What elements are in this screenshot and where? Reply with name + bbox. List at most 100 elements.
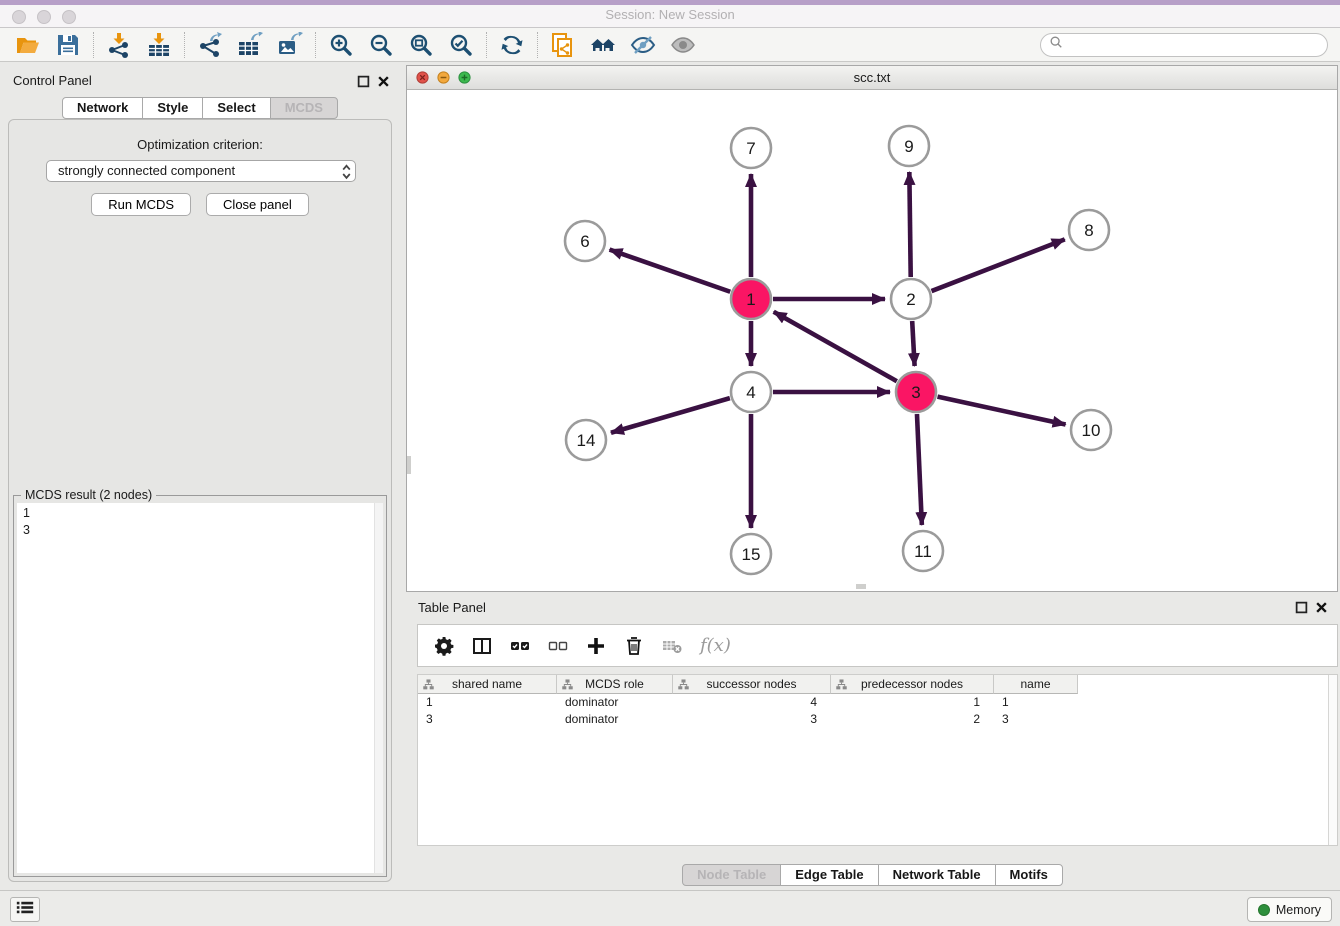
table-cell[interactable]: 1: [831, 694, 994, 711]
table-cell[interactable]: 2: [831, 711, 994, 728]
table-body: 1dominator4113dominator323: [418, 694, 1337, 728]
import-table-icon[interactable]: [139, 30, 179, 60]
column-header-successor-nodes[interactable]: successor nodes: [673, 675, 831, 694]
table-row[interactable]: 1dominator411: [418, 694, 1337, 711]
edge-3-11[interactable]: [917, 414, 922, 525]
table-cell[interactable]: 3: [418, 711, 557, 728]
edge-1-6[interactable]: [610, 250, 731, 292]
close-panel-icon[interactable]: [377, 75, 390, 88]
save-session-icon[interactable]: [48, 30, 88, 60]
open-session-icon[interactable]: [8, 30, 48, 60]
run-mcds-button[interactable]: Run MCDS: [91, 193, 191, 216]
node-table: shared nameMCDS rolesuccessor nodesprede…: [417, 674, 1338, 846]
show-details-icon[interactable]: [663, 30, 703, 60]
table-scrollbar[interactable]: [1328, 675, 1337, 845]
close-panel-button[interactable]: Close panel: [206, 193, 309, 216]
column-header-shared-name[interactable]: shared name: [418, 675, 557, 694]
table-cell[interactable]: 1: [418, 694, 557, 711]
table-tabs: Node TableEdge TableNetwork TableMotifs: [405, 864, 1340, 886]
control-panel-title: Control Panel: [13, 73, 92, 88]
tab-edge-table[interactable]: Edge Table: [780, 864, 878, 886]
column-header-name[interactable]: name: [994, 675, 1078, 694]
column-view-icon[interactable]: [472, 636, 492, 656]
table-cell[interactable]: dominator: [557, 711, 673, 728]
result-scrollbar[interactable]: [374, 503, 383, 873]
column-header-mcds-role[interactable]: MCDS role: [557, 675, 673, 694]
search-input[interactable]: [1069, 38, 1319, 52]
node-3[interactable]: 3: [896, 372, 936, 412]
mcds-result-list[interactable]: 1 3: [17, 503, 383, 873]
node-8[interactable]: 8: [1069, 210, 1109, 250]
canvas-hscroll-thumb[interactable]: [856, 584, 866, 589]
table-toolbar: f(x): [417, 624, 1338, 667]
canvas-vscroll-thumb[interactable]: [407, 456, 411, 474]
network-window-titlebar[interactable]: scc.txt: [407, 66, 1337, 90]
search-box[interactable]: [1040, 33, 1328, 57]
toolbar-icon-groups: [8, 30, 703, 60]
table-cell[interactable]: 3: [673, 711, 831, 728]
node-11[interactable]: 11: [903, 531, 943, 571]
task-history-button[interactable]: [10, 897, 40, 922]
node-10[interactable]: 10: [1071, 410, 1111, 450]
node-7[interactable]: 7: [731, 128, 771, 168]
application-window: Session: New Session Control Panel Netwo…: [0, 0, 1340, 926]
table-cell[interactable]: 3: [994, 711, 1078, 728]
svg-text:8: 8: [1084, 221, 1093, 240]
tab-mcds[interactable]: MCDS: [270, 97, 338, 119]
node-4[interactable]: 4: [731, 372, 771, 412]
node-9[interactable]: 9: [889, 126, 929, 166]
svg-text:2: 2: [906, 290, 915, 309]
node-2[interactable]: 2: [891, 279, 931, 319]
edge-3-10[interactable]: [937, 397, 1065, 425]
window-title: Session: New Session: [0, 7, 1340, 22]
node-1[interactable]: 1: [731, 279, 771, 319]
edge-2-8[interactable]: [932, 239, 1065, 291]
delete-table-icon[interactable]: [662, 636, 682, 656]
apply-layout-icon[interactable]: [583, 30, 623, 60]
column-header-predecessor-nodes[interactable]: predecessor nodes: [831, 675, 994, 694]
memory-label: Memory: [1276, 903, 1321, 917]
node-15[interactable]: 15: [731, 534, 771, 574]
import-network-icon[interactable]: [99, 30, 139, 60]
table-row[interactable]: 3dominator323: [418, 711, 1337, 728]
delete-column-icon[interactable]: [624, 636, 644, 656]
tab-network-table[interactable]: Network Table: [878, 864, 996, 886]
zoom-fit-icon[interactable]: [401, 30, 441, 60]
select-all-icon[interactable]: [510, 636, 530, 656]
svg-text:10: 10: [1082, 421, 1101, 440]
add-column-icon[interactable]: [586, 636, 606, 656]
refresh-icon[interactable]: [492, 30, 532, 60]
export-image-icon[interactable]: [270, 30, 310, 60]
node-6[interactable]: 6: [565, 221, 605, 261]
export-network-icon[interactable]: [190, 30, 230, 60]
zoom-out-icon[interactable]: [361, 30, 401, 60]
edge-4-14[interactable]: [611, 398, 730, 433]
zoom-in-icon[interactable]: [321, 30, 361, 60]
hide-details-icon[interactable]: [623, 30, 663, 60]
table-cell[interactable]: 1: [994, 694, 1078, 711]
tab-node-table[interactable]: Node Table: [682, 864, 781, 886]
zoom-selected-icon[interactable]: [441, 30, 481, 60]
table-cell[interactable]: 4: [673, 694, 831, 711]
float-table-panel-icon[interactable]: [1295, 601, 1308, 614]
optimization-criterion-dropdown[interactable]: strongly connected component: [46, 160, 356, 182]
tab-select[interactable]: Select: [202, 97, 270, 119]
tab-style[interactable]: Style: [142, 97, 203, 119]
edge-2-9[interactable]: [909, 172, 910, 277]
node-14[interactable]: 14: [566, 420, 606, 460]
main-toolbar: [0, 28, 1340, 62]
unselect-all-icon[interactable]: [548, 636, 568, 656]
edge-2-3[interactable]: [912, 321, 914, 366]
function-builder-icon[interactable]: f(x): [700, 635, 731, 656]
export-table-icon[interactable]: [230, 30, 270, 60]
float-panel-icon[interactable]: [357, 75, 370, 88]
tab-network[interactable]: Network: [62, 97, 143, 119]
network-canvas[interactable]: 7 9 6 8 1 2 4 3 14 10 15 11: [407, 91, 1337, 591]
tab-motifs[interactable]: Motifs: [995, 864, 1063, 886]
table-cell[interactable]: dominator: [557, 694, 673, 711]
memory-button[interactable]: Memory: [1247, 897, 1332, 922]
edge-3-1[interactable]: [774, 312, 897, 381]
close-table-panel-icon[interactable]: [1315, 601, 1328, 614]
copy-network-icon[interactable]: [543, 30, 583, 60]
table-options-icon[interactable]: [434, 636, 454, 656]
